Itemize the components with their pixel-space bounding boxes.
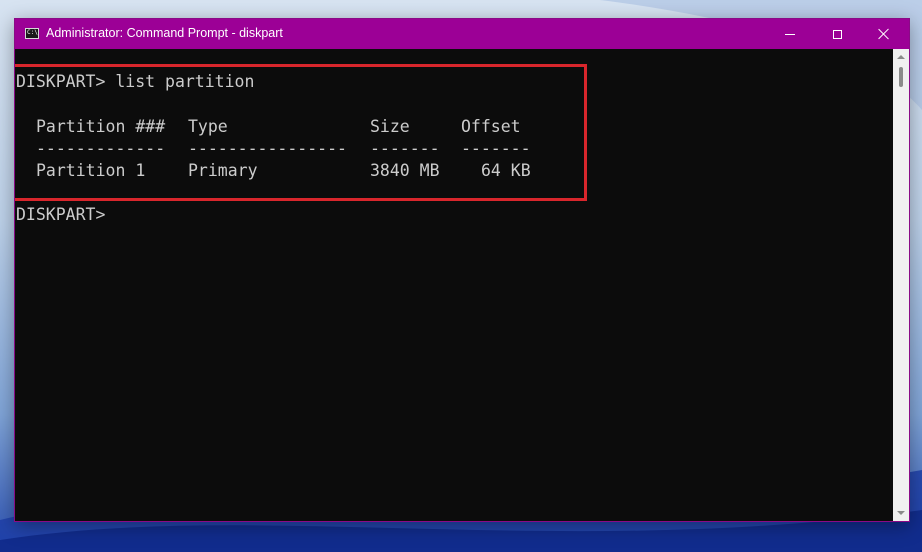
console-output[interactable]: DISKPART> list partition Partition ### T… (15, 49, 893, 521)
highlight-annotation-box (15, 64, 587, 201)
maximize-icon (832, 29, 842, 39)
scroll-down-arrow-icon[interactable] (897, 511, 905, 515)
close-icon (878, 28, 890, 40)
minimize-button[interactable] (767, 19, 813, 49)
scroll-thumb[interactable] (899, 67, 903, 87)
titlebar[interactable]: C:\_ Administrator: Command Prompt - dis… (15, 19, 909, 49)
window-title: Administrator: Command Prompt - diskpart (46, 26, 283, 40)
maximize-button[interactable] (814, 19, 860, 49)
cmd-icon: C:\_ (25, 28, 39, 39)
command-prompt: DISKPART> (16, 205, 116, 224)
scroll-up-arrow-icon[interactable] (897, 55, 905, 59)
command-prompt-window: C:\_ Administrator: Command Prompt - dis… (14, 18, 910, 522)
vertical-scrollbar[interactable] (893, 49, 909, 521)
minimize-icon (785, 33, 795, 35)
close-button[interactable] (861, 19, 907, 49)
